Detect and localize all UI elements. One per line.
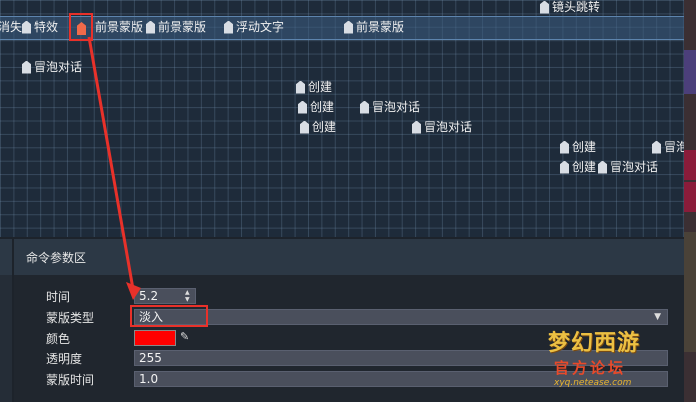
timeline-event[interactable]: 镜头跳转 <box>540 0 600 15</box>
timeline-event[interactable]: 冒泡 <box>652 139 684 155</box>
event-label: 创建 <box>312 120 337 134</box>
eyedropper-icon[interactable]: ✎ <box>180 330 189 343</box>
left-panel <box>0 239 12 402</box>
event-label: 镜头跳转 <box>552 0 601 14</box>
timeline-event[interactable]: 创建 <box>296 79 332 95</box>
panel-title: 命令参数区 <box>14 239 684 275</box>
event-marker-icon <box>77 22 86 35</box>
event-label: 冒泡对话 <box>372 100 421 114</box>
event-label: 冒泡对话 <box>610 160 659 174</box>
avatar <box>684 50 696 94</box>
time-value: 5.2 <box>139 289 159 303</box>
timeline-event[interactable]: 创建 <box>300 119 336 135</box>
event-marker-icon <box>146 20 155 34</box>
event-marker-icon <box>412 120 421 134</box>
event-marker-icon <box>300 120 309 134</box>
event-marker-icon <box>560 140 569 154</box>
timeline-event[interactable]: 前景蒙版 <box>146 19 206 35</box>
right-edge-strip <box>684 0 696 402</box>
annotation-highlight-frame <box>130 305 208 327</box>
time-row: 时间 5.2 ▲ ▼ <box>14 288 684 306</box>
side-tag <box>684 150 696 180</box>
event-marker-icon <box>296 80 305 94</box>
event-label: 浮动文字 <box>236 20 285 34</box>
time-label: 时间 <box>46 290 71 304</box>
event-marker-icon <box>652 140 661 154</box>
event-marker-icon <box>298 100 307 114</box>
color-label: 颜色 <box>46 332 71 346</box>
timeline-event[interactable]: 创建 <box>560 139 596 155</box>
timeline-event[interactable]: 创建 <box>560 159 596 175</box>
event-label: 冒泡对话 <box>424 120 473 134</box>
event-label: 前景蒙版 <box>95 20 144 34</box>
event-label: 冒泡 <box>664 140 684 154</box>
mask-time-value: 1.0 <box>139 372 159 386</box>
chevron-down-icon[interactable]: ▼ <box>654 310 661 324</box>
timeline-event[interactable]: 前景蒙版 <box>344 19 404 35</box>
event-marker-icon <box>540 0 549 14</box>
event-label: 消失 <box>0 20 23 34</box>
timeline-event[interactable]: 消失 <box>0 19 22 35</box>
event-label: 冒泡对话 <box>34 60 83 74</box>
opacity-label: 透明度 <box>46 352 83 366</box>
event-marker-icon <box>560 160 569 174</box>
event-marker-icon <box>360 100 369 114</box>
side-panel <box>684 232 696 352</box>
event-label: 创建 <box>308 80 333 94</box>
mask-time-label: 蒙版时间 <box>46 373 95 387</box>
timeline-event[interactable]: 特效 <box>22 19 58 35</box>
mask-type-label: 蒙版类型 <box>46 311 95 325</box>
timeline-event[interactable]: 前景蒙版 <box>95 19 143 35</box>
time-spinbox[interactable]: 5.2 ▲ ▼ <box>134 288 196 304</box>
timeline-event[interactable]: 冒泡对话 <box>22 59 82 75</box>
event-label: 创建 <box>572 140 597 154</box>
event-marker-icon <box>22 60 31 74</box>
event-marker-icon <box>224 20 233 34</box>
timeline-event[interactable]: 冒泡对话 <box>360 99 420 115</box>
event-label: 前景蒙版 <box>356 20 405 34</box>
mask-type-dropdown[interactable]: 淡入 ▼ <box>134 309 668 325</box>
timeline-event[interactable]: 冒泡对话 <box>598 159 658 175</box>
color-swatch[interactable] <box>134 330 176 346</box>
selected-event-highlight[interactable] <box>69 13 93 41</box>
opacity-value: 255 <box>139 351 162 365</box>
event-marker-icon <box>344 20 353 34</box>
spin-arrows-icon[interactable]: ▲ ▼ <box>185 289 193 303</box>
timeline-grid[interactable]: 镜头跳转 消失 特效 前景蒙版 前景蒙版 浮动文字 前景蒙版 冒泡对话 创建 创… <box>0 0 684 237</box>
timeline-event[interactable]: 创建 <box>298 99 334 115</box>
timeline-event[interactable]: 冒泡对话 <box>412 119 472 135</box>
event-label: 创建 <box>572 160 597 174</box>
side-tag <box>684 182 696 212</box>
event-marker-icon <box>22 20 31 34</box>
event-label: 前景蒙版 <box>158 20 207 34</box>
forum-watermark-logo: 梦幻西游 官方论坛 xyq.netease.com <box>548 330 641 388</box>
timeline-event[interactable]: 浮动文字 <box>224 19 284 35</box>
event-marker-icon <box>598 160 607 174</box>
event-label: 特效 <box>34 20 59 34</box>
event-label: 创建 <box>310 100 335 114</box>
